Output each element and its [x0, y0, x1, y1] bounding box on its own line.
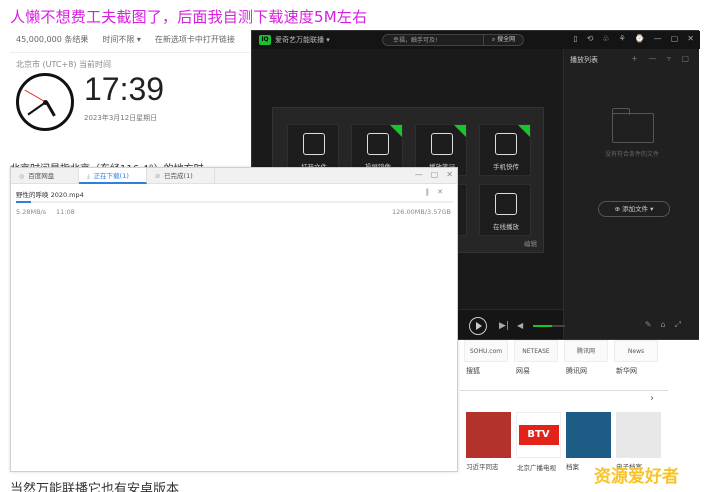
tile-icon — [367, 133, 389, 155]
download-file-name: 野性的呼唤 2020.mp4 — [16, 191, 84, 199]
chevron-right-icon[interactable]: › — [650, 393, 654, 404]
playlist-title: 播放列表 — [570, 56, 598, 64]
download-speed: 5.28MB/s — [16, 208, 47, 216]
tile-icon — [495, 193, 517, 215]
add-file-button[interactable]: ⊕ 添加文件 ▾ — [598, 201, 670, 217]
player-search-input[interactable]: 幸福，触手可及! ⌕ 搜全网 — [382, 34, 524, 46]
playlist-tools[interactable]: + — ▿ ▢ — [631, 54, 693, 63]
tile-icon — [495, 133, 517, 155]
edit-button[interactable]: 编辑 — [524, 238, 537, 248]
search-toolbar: 45,000,000 条结果 时间不限 ▾ 在新选项卡中打开链接 — [10, 30, 250, 48]
playlist-panel: 播放列表 + — ▿ ▢ 没有符合条件的文件 ⊕ 添加文件 ▾ — [563, 49, 699, 339]
download-tabs: ◎ 百度网盘 ⤓ 正在下载(1) ⊘ 已完成(1) — [11, 168, 457, 184]
site-logo[interactable]: 腾讯网 — [564, 340, 608, 362]
player-window-control-7[interactable]: ✕ — [687, 34, 694, 43]
clock-icon — [16, 73, 74, 131]
player-app-name[interactable]: 爱奇艺万能联播 ▾ — [275, 35, 330, 45]
download-window-controls: — ▢ ✕ — [415, 170, 453, 179]
news-thumbnail[interactable]: 档案 — [566, 412, 611, 471]
player-logo-icon: IQ — [259, 35, 271, 45]
volume-icon[interactable]: ◀ — [517, 321, 523, 330]
site-grid: SOHU.com 搜狐 NETEASE 网易 腾讯网 腾讯网 News 新华网 — [460, 340, 668, 390]
player-window-controls: ▯ ⟲ ♧ ⚘ ⌚ — ▢ ✕ — [573, 34, 694, 43]
section-divider — [460, 390, 668, 391]
headline-text: 人懒不想费工夫截图了，后面我自测下载速度5M左右 — [10, 8, 368, 26]
player-window-control-6[interactable]: ▢ — [671, 34, 679, 43]
time-card: 北京市 (UTC+8) 当前时间 17:39 2023年3月12日星期日 — [10, 52, 250, 167]
tab-icon: ⤓ — [87, 173, 90, 180]
pause-icon[interactable]: ‖ — [426, 188, 438, 196]
site-label[interactable]: 新华网 — [616, 366, 637, 376]
play-button[interactable] — [469, 317, 487, 335]
download-window-control-2[interactable]: ✕ — [446, 170, 453, 179]
site-logo[interactable]: News — [614, 340, 658, 362]
download-tab-0[interactable]: ◎ 百度网盘 — [11, 168, 79, 184]
player-window-control-3[interactable]: ⚘ — [619, 34, 626, 43]
site-logo[interactable]: NETEASE — [514, 340, 558, 362]
player-window-control-0[interactable]: ▯ — [573, 34, 577, 43]
download-manager-window: ◎ 百度网盘 ⤓ 正在下载(1) ⊘ 已完成(1) — ▢ ✕ 野性的呼唤 2020.mp4 … — [10, 167, 458, 472]
screenshot-root: 人懒不想费工夫截图了，后面我自测下载速度5M左右 45,000,000 条结果 … — [0, 0, 704, 492]
download-eta: 11:08 — [56, 208, 75, 216]
tab-label: 正在下载(1) — [93, 172, 129, 180]
quick-tile-3[interactable]: 手机快传 — [479, 124, 531, 176]
site-label[interactable]: 网易 — [516, 366, 530, 376]
tab-icon: ◎ — [19, 173, 25, 180]
volume-slider[interactable] — [533, 325, 565, 327]
tile-label: 手机快传 — [493, 163, 519, 171]
bottom-caption: 当然万能联播它也有安卓版本 — [10, 482, 180, 492]
clock-center — [43, 100, 48, 105]
result-count: 45,000,000 条结果 — [16, 34, 89, 44]
site-label[interactable]: 腾讯网 — [566, 366, 587, 376]
close-icon[interactable]: ✕ — [437, 188, 451, 196]
player-search-placeholder: 幸福，触手可及! — [393, 37, 438, 44]
download-item-controls: ‖✕ — [426, 188, 451, 196]
quick-tile-5[interactable]: 在线播放 — [479, 184, 531, 236]
open-new-tab-option[interactable]: 在新选项卡中打开链接 — [155, 34, 235, 45]
download-window-control-1[interactable]: ▢ — [431, 170, 439, 179]
tile-label: 在线播放 — [493, 223, 519, 231]
site-logo[interactable]: SOHU.com — [464, 340, 508, 362]
player-window-control-2[interactable]: ♧ — [602, 34, 609, 43]
tile-icon — [303, 133, 325, 155]
player-titlebar: IQ 爱奇艺万能联播 ▾ 幸福，触手可及! ⌕ 搜全网 ▯ ⟲ ♧ ⚘ ⌚ — ▢ ✕ — [252, 31, 700, 49]
tab-icon: ⊘ — [155, 173, 161, 180]
news-thumbnail[interactable]: BTV 北京广播电视 — [516, 412, 561, 472]
tile-icon — [431, 133, 453, 155]
download-tab-2[interactable]: ⊘ 已完成(1) — [147, 168, 215, 184]
search-results-panel: 45,000,000 条结果 时间不限 ▾ 在新选项卡中打开链接 北京市 (UT… — [10, 30, 250, 165]
download-progress-bar — [16, 201, 453, 203]
tab-label: 已完成(1) — [164, 172, 193, 180]
new-badge-icon — [518, 125, 530, 137]
player-window-control-4[interactable]: ⌚ — [635, 34, 645, 43]
location-label: 北京市 (UTC+8) 当前时间 — [16, 60, 111, 69]
playlist-empty-text: 没有符合条件的文件 — [604, 151, 659, 158]
download-tab-1[interactable]: ⤓ 正在下载(1) — [79, 168, 147, 184]
btv-logo: BTV — [518, 425, 559, 445]
download-progress-fill — [16, 201, 31, 203]
new-badge-icon — [454, 125, 466, 137]
tab-label: 百度网盘 — [28, 172, 55, 180]
site-label[interactable]: 搜狐 — [466, 366, 480, 376]
current-date: 2023年3月12日星期日 — [84, 114, 158, 122]
download-window-control-0[interactable]: — — [415, 170, 423, 179]
watermark-text: 资源爱好者 — [594, 467, 679, 487]
time-filter-dropdown[interactable]: 时间不限 ▾ — [102, 34, 141, 45]
player-window-control-1[interactable]: ⟲ — [587, 34, 594, 43]
volume-fill — [533, 325, 553, 327]
current-time: 17:39 — [84, 71, 165, 107]
player-window-control-5[interactable]: — — [654, 34, 662, 43]
player-search-button[interactable]: ⌕ 搜全网 — [483, 34, 523, 46]
player-extra-tools[interactable]: ✎⌂⤢ — [645, 320, 690, 330]
download-size: 126.00MB/3.57GB — [392, 208, 451, 216]
new-badge-icon — [390, 125, 402, 137]
next-button[interactable]: ▶| — [499, 321, 509, 331]
news-thumbnail[interactable]: 习近平同志 — [466, 412, 511, 471]
news-thumbnail[interactable]: 电子档案 — [616, 412, 661, 471]
empty-folder-icon — [611, 108, 654, 143]
